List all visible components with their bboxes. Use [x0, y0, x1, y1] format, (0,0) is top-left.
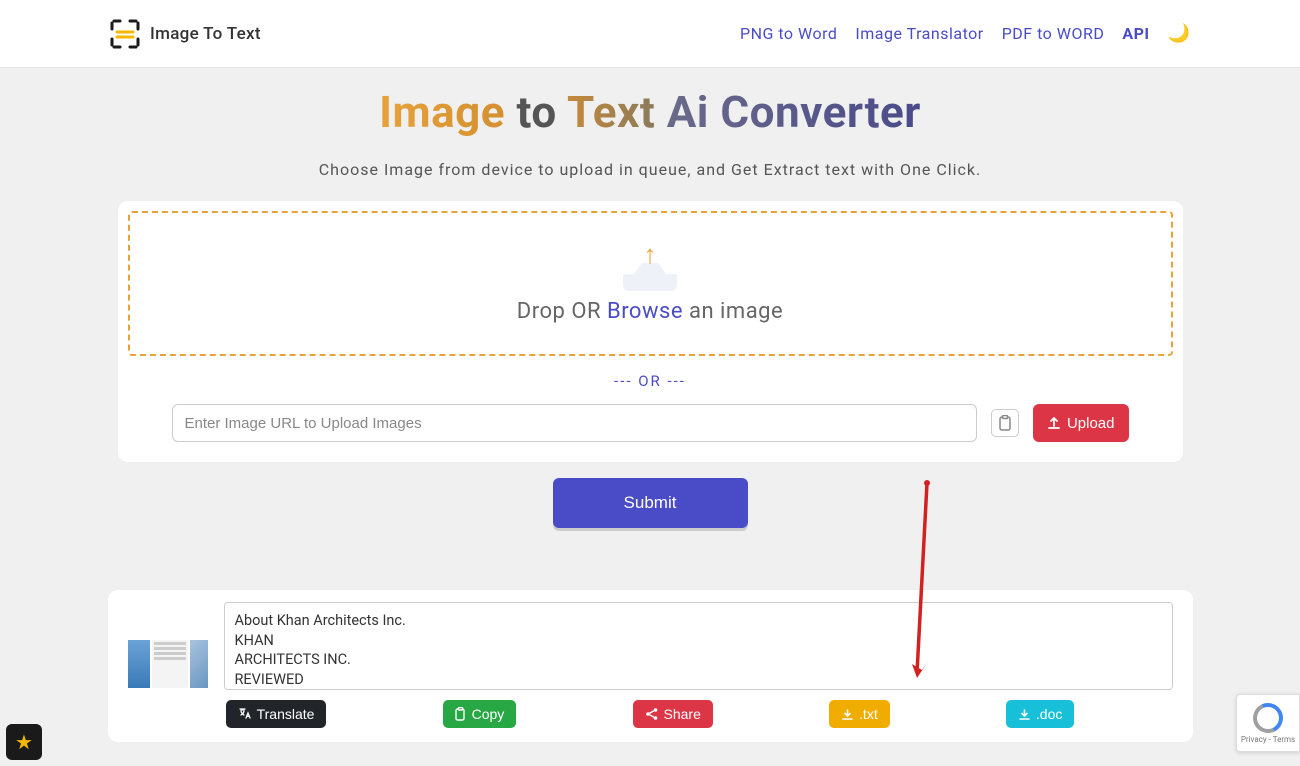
star-icon: ★ — [15, 730, 33, 754]
copy-label: Copy — [472, 706, 505, 722]
share-label: Share — [664, 706, 701, 722]
nav: PNG to Word Image Translator PDF to WORD… — [740, 23, 1190, 44]
result-card: Translate Copy Share .txt .doc — [108, 590, 1193, 742]
download-icon — [841, 708, 854, 721]
logo-icon — [110, 19, 140, 49]
drop-text-prefix: Drop OR — [517, 299, 607, 324]
title-word-2: to — [517, 86, 557, 138]
paste-button[interactable] — [991, 409, 1019, 437]
drop-text: Drop OR Browse an image — [517, 299, 783, 324]
result-actions: Translate Copy Share .txt .doc — [128, 700, 1173, 728]
download-icon — [1018, 708, 1031, 721]
upload-arrow-icon — [1047, 416, 1061, 430]
dark-mode-icon[interactable]: 🌙 — [1168, 23, 1190, 44]
nav-png-to-word[interactable]: PNG to Word — [740, 24, 837, 43]
favorites-button[interactable]: ★ — [6, 724, 42, 760]
download-txt-button[interactable]: .txt — [829, 700, 890, 728]
nav-pdf-to-word[interactable]: PDF to WORD — [1002, 24, 1105, 43]
copy-button[interactable]: Copy — [443, 700, 517, 728]
recaptcha-badge[interactable]: Privacy - Terms — [1236, 694, 1300, 752]
result-thumbnail — [128, 640, 208, 688]
share-button[interactable]: Share — [633, 700, 713, 728]
clipboard-icon — [998, 415, 1012, 431]
txt-label: .txt — [859, 706, 878, 722]
download-doc-button[interactable]: .doc — [1006, 700, 1074, 728]
upload-button[interactable]: Upload — [1033, 404, 1129, 442]
url-row: Upload — [128, 404, 1173, 442]
recaptcha-terms: Terms — [1273, 735, 1295, 744]
translate-label: Translate — [257, 706, 315, 722]
title-word-1: Image — [379, 86, 505, 138]
upload-button-label: Upload — [1067, 415, 1115, 432]
header: Image To Text PNG to Word Image Translat… — [0, 0, 1300, 68]
submit-button[interactable]: Submit — [553, 478, 748, 528]
recaptcha-privacy: Privacy — [1241, 735, 1267, 744]
title-word-3: Text — [567, 86, 655, 138]
share-icon — [645, 707, 659, 721]
doc-label: .doc — [1036, 706, 1062, 722]
copy-icon — [455, 707, 467, 721]
subtitle: Choose Image from device to upload in qu… — [0, 160, 1300, 179]
translate-icon — [238, 707, 252, 721]
title-word-4: Ai Converter — [667, 86, 921, 138]
translate-button[interactable]: Translate — [226, 700, 327, 728]
url-input[interactable] — [172, 404, 977, 442]
dropzone[interactable]: ↑ Drop OR Browse an image — [128, 211, 1173, 356]
or-divider: --- OR --- — [128, 372, 1173, 390]
logo-text: Image To Text — [150, 24, 261, 44]
browse-link[interactable]: Browse — [607, 299, 683, 324]
drop-text-suffix: an image — [683, 299, 783, 324]
nav-image-translator[interactable]: Image Translator — [855, 24, 983, 43]
page-title: Image to Text Ai Converter — [0, 86, 1300, 138]
result-textarea[interactable] — [224, 602, 1173, 690]
logo[interactable]: Image To Text — [110, 19, 261, 49]
upload-icon: ↑ — [623, 243, 677, 291]
recaptcha-icon — [1253, 703, 1283, 733]
nav-api[interactable]: API — [1122, 24, 1149, 43]
upload-card: ↑ Drop OR Browse an image --- OR --- Upl… — [118, 201, 1183, 462]
